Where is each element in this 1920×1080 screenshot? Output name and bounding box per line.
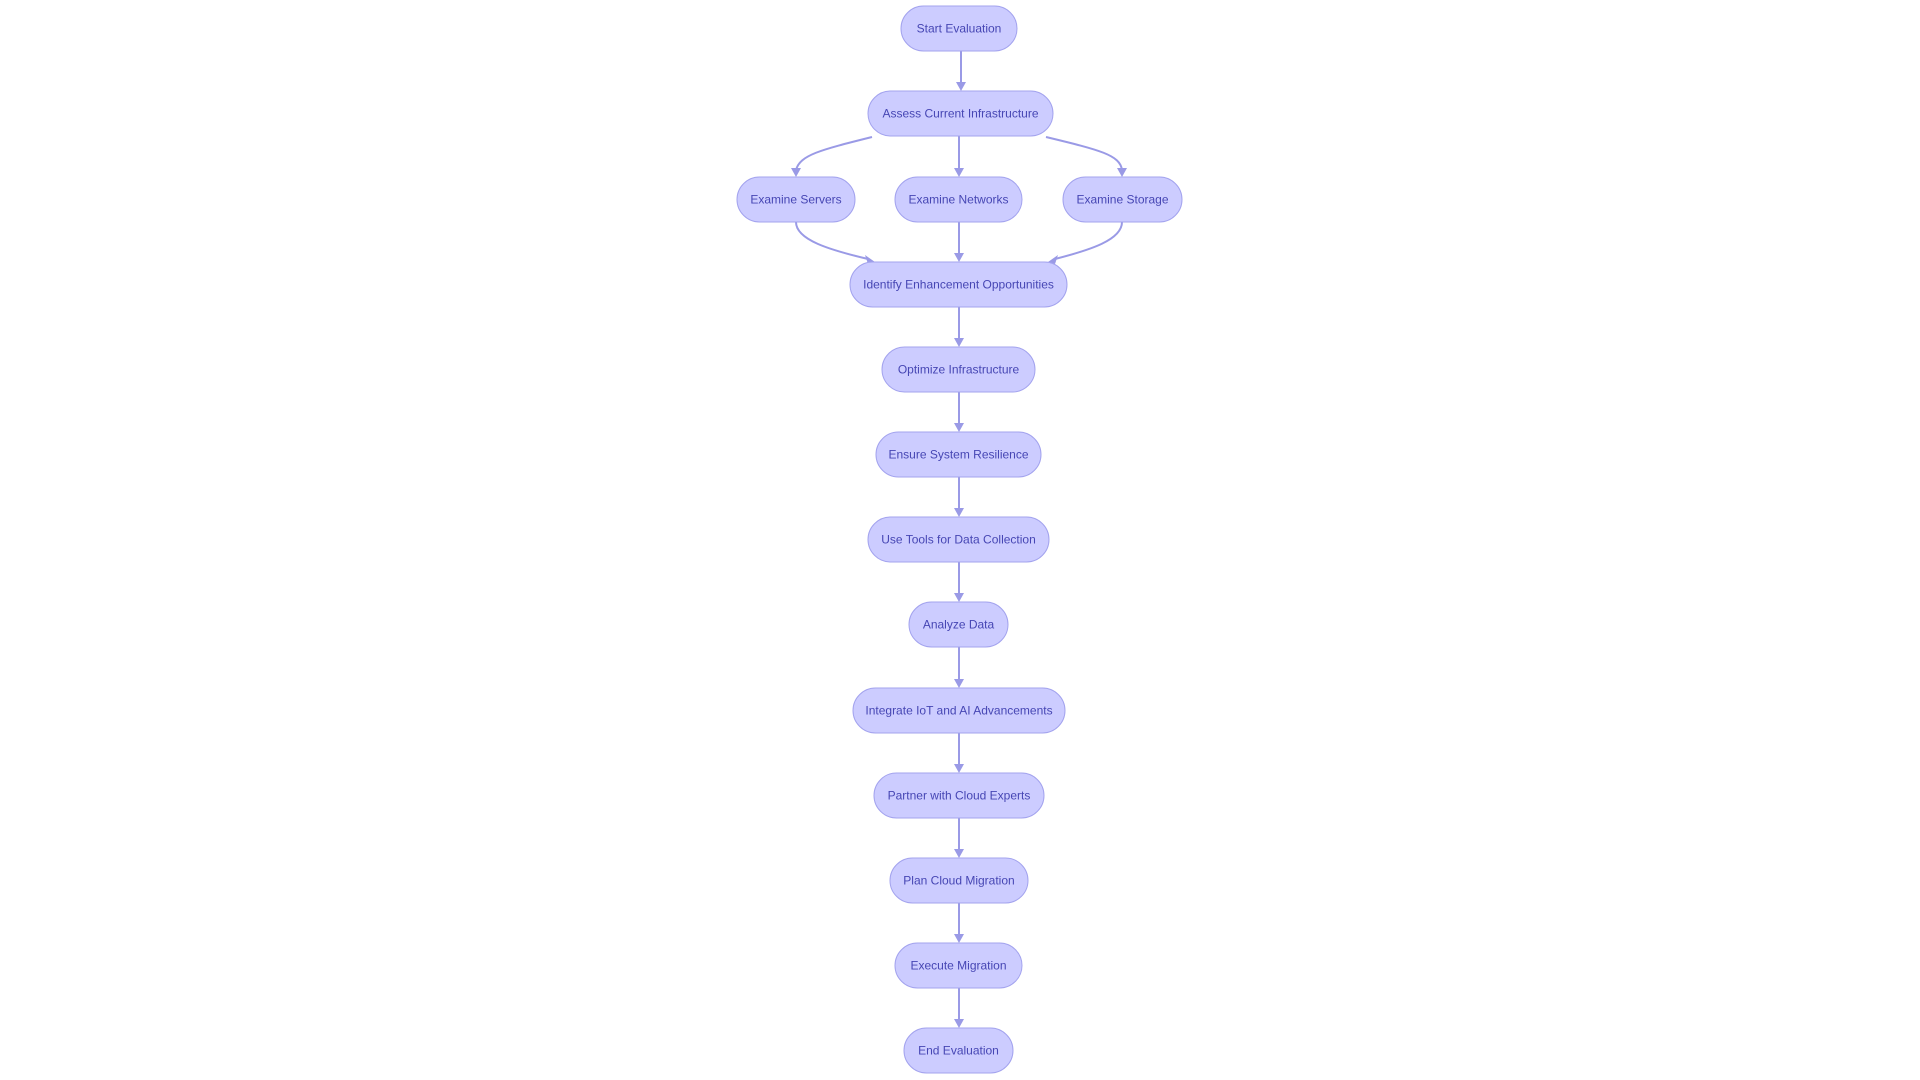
node-label: Use Tools for Data Collection: [881, 533, 1036, 547]
node-label: Execute Migration: [910, 959, 1006, 973]
node-label: Partner with Cloud Experts: [888, 789, 1031, 803]
node-label: Examine Networks: [908, 193, 1008, 207]
node-label: Integrate IoT and AI Advancements: [865, 704, 1052, 718]
edge-optimize-to-resilience: [954, 392, 964, 432]
node-label: Identify Enhancement Opportunities: [863, 278, 1054, 292]
node-optimize: Optimize Infrastructure: [881, 346, 1036, 393]
edge-resilience-to-tools: [954, 477, 964, 517]
node-label: Analyze Data: [923, 618, 995, 632]
arrowhead-icon: [1117, 168, 1127, 177]
arrowhead-icon: [954, 593, 964, 602]
edge-assess-to-networks: [954, 136, 964, 177]
node-execute: Execute Migration: [894, 942, 1023, 989]
edge-line: [795, 136, 873, 171]
arrowhead-icon: [791, 168, 801, 177]
edge-line: [1054, 221, 1123, 260]
arrowhead-icon: [954, 679, 964, 688]
edge-partner-to-plan: [954, 818, 964, 858]
edge-identify-to-optimize: [954, 307, 964, 347]
edge-tools-to-analyze: [954, 562, 964, 602]
arrowhead-icon: [954, 253, 964, 262]
edge-servers-to-identify: [795, 221, 875, 264]
edge-line: [1045, 136, 1123, 171]
arrowhead-icon: [954, 934, 964, 943]
node-resilience: Ensure System Resilience: [875, 431, 1042, 478]
node-storage: Examine Storage: [1062, 176, 1183, 223]
edge-integrate-to-partner: [954, 733, 964, 773]
arrowhead-icon: [954, 849, 964, 858]
node-label: Plan Cloud Migration: [903, 874, 1014, 888]
node-analyze: Analyze Data: [908, 601, 1009, 648]
edge-start-to-assess: [956, 51, 966, 91]
edge-execute-to-end: [954, 988, 964, 1028]
arrowhead-icon: [954, 338, 964, 347]
arrowhead-icon: [954, 423, 964, 432]
node-servers: Examine Servers: [736, 176, 856, 223]
node-label: Assess Current Infrastructure: [882, 107, 1038, 121]
node-integrate: Integrate IoT and AI Advancements: [852, 687, 1066, 734]
arrowhead-icon: [954, 168, 964, 177]
node-networks: Examine Networks: [894, 176, 1023, 223]
edge-assess-to-storage: [1045, 136, 1127, 177]
node-label: Examine Storage: [1076, 193, 1168, 207]
node-start: Start Evaluation: [900, 5, 1018, 52]
node-identify: Identify Enhancement Opportunities: [849, 261, 1068, 308]
node-label: End Evaluation: [918, 1044, 999, 1058]
edge-plan-to-execute: [954, 903, 964, 943]
node-label: Ensure System Resilience: [888, 448, 1028, 462]
arrowhead-icon: [954, 1019, 964, 1028]
node-plan: Plan Cloud Migration: [889, 857, 1029, 904]
node-end: End Evaluation: [903, 1027, 1014, 1074]
node-label: Optimize Infrastructure: [898, 363, 1020, 377]
arrowhead-icon: [956, 82, 966, 91]
node-tools: Use Tools for Data Collection: [867, 516, 1050, 563]
edge-assess-to-servers: [791, 136, 873, 177]
edge-line: [795, 221, 869, 260]
arrowhead-icon: [954, 508, 964, 517]
arrowhead-icon: [954, 764, 964, 773]
node-label: Examine Servers: [750, 193, 841, 207]
flowchart-diagram: Start Evaluation Assess Current Infrastru…: [736, 5, 1183, 1074]
edge-networks-to-identify: [954, 222, 964, 262]
node-partner: Partner with Cloud Experts: [873, 772, 1045, 819]
edge-storage-to-identify: [1048, 221, 1123, 264]
node-assess: Assess Current Infrastructure: [867, 90, 1054, 137]
edge-analyze-to-integrate: [954, 647, 964, 688]
node-label: Start Evaluation: [917, 22, 1002, 36]
